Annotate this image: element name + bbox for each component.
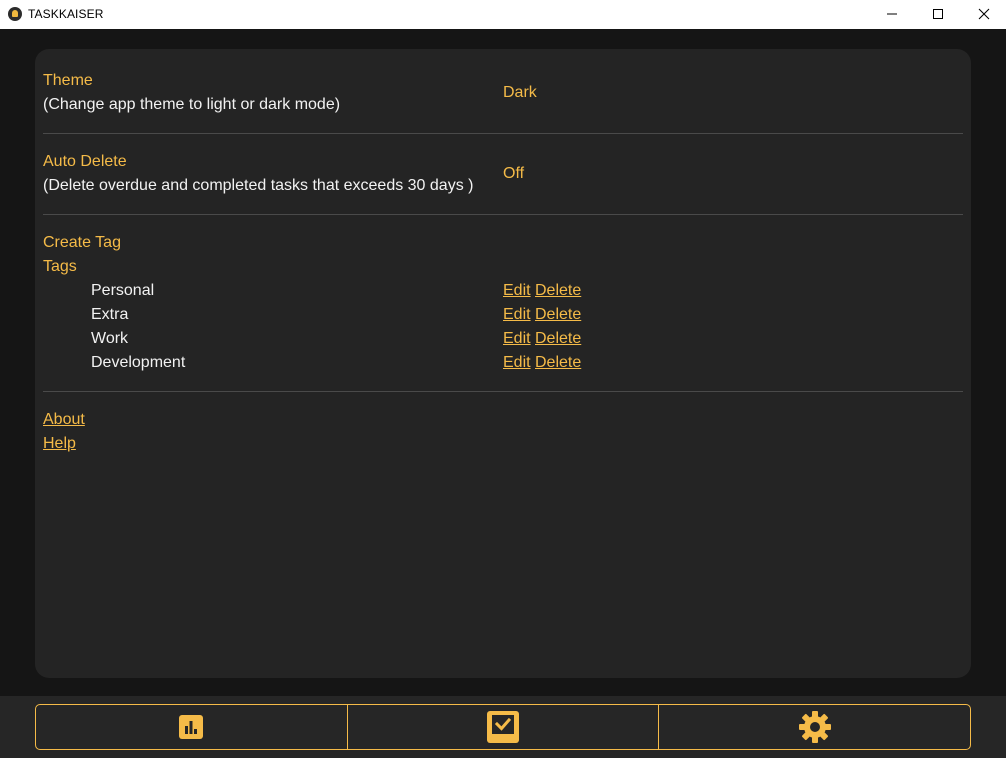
- close-button[interactable]: [961, 0, 1006, 29]
- divider: [43, 133, 963, 134]
- nav-settings-button[interactable]: [658, 705, 970, 749]
- nav-stats-button[interactable]: [36, 705, 347, 749]
- bar-chart-icon: [179, 715, 204, 739]
- auto-delete-label: Auto Delete: [43, 153, 127, 170]
- auto-delete-toggle[interactable]: Off: [503, 164, 524, 184]
- app-logo-icon: [8, 7, 22, 21]
- delete-tag-link[interactable]: Delete: [535, 305, 581, 325]
- tag-name: Personal: [91, 282, 155, 299]
- divider: [43, 391, 963, 392]
- gear-icon: [798, 711, 831, 743]
- tag-name: Extra: [91, 306, 129, 323]
- divider: [43, 214, 963, 215]
- theme-toggle[interactable]: Dark: [503, 83, 537, 103]
- edit-tag-link[interactable]: Edit: [503, 281, 531, 301]
- help-link[interactable]: Help: [43, 434, 76, 454]
- nav-button-group: [35, 704, 971, 750]
- maximize-icon: [933, 9, 943, 19]
- nav-tasks-button[interactable]: [346, 705, 659, 749]
- tags-heading: Tags: [43, 258, 77, 275]
- app-title: TASKKAISER: [28, 7, 104, 21]
- delete-tag-link[interactable]: Delete: [535, 353, 581, 373]
- delete-tag-link[interactable]: Delete: [535, 281, 581, 301]
- maximize-button[interactable]: [915, 0, 961, 29]
- about-link[interactable]: About: [43, 410, 85, 430]
- edit-tag-link[interactable]: Edit: [503, 353, 531, 373]
- delete-tag-link[interactable]: Delete: [535, 329, 581, 349]
- edit-tag-link[interactable]: Edit: [503, 329, 531, 349]
- title-bar: TASKKAISER: [0, 0, 1006, 29]
- auto-delete-description: (Delete overdue and completed tasks that…: [43, 177, 474, 194]
- edit-tag-link[interactable]: Edit: [503, 305, 531, 325]
- tag-name: Work: [91, 330, 129, 347]
- minimize-button[interactable]: [869, 0, 915, 29]
- create-tag-button[interactable]: Create Tag: [43, 233, 121, 253]
- close-icon: [978, 8, 990, 20]
- tag-name: Development: [91, 354, 186, 371]
- theme-description: (Change app theme to light or dark mode): [43, 96, 341, 113]
- settings-panel: Theme (Change app theme to light or dark…: [35, 49, 971, 678]
- minimize-icon: [887, 13, 897, 15]
- bottom-nav: [0, 696, 1006, 758]
- task-inbox-icon: [487, 711, 519, 743]
- theme-label: Theme: [43, 72, 93, 89]
